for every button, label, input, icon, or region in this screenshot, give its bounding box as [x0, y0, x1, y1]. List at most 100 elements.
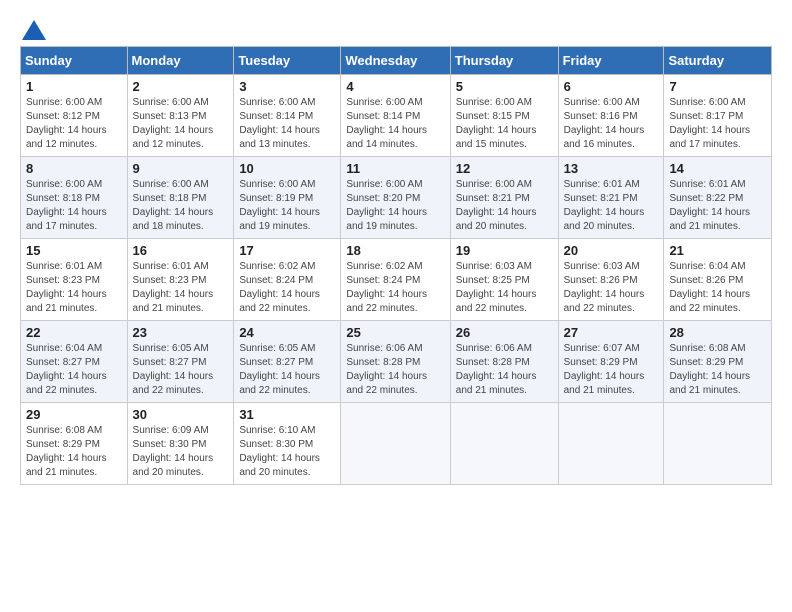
day-info: Sunrise: 6:01 AM Sunset: 8:22 PM Dayligh…	[669, 178, 766, 234]
page-header	[20, 20, 772, 36]
weekday-header-saturday: Saturday	[664, 47, 772, 75]
day-number: 20	[564, 243, 659, 258]
calendar-cell: 10 Sunrise: 6:00 AM Sunset: 8:19 PM Dayli…	[234, 157, 341, 239]
day-number: 16	[133, 243, 229, 258]
calendar-cell: 31 Sunrise: 6:10 AM Sunset: 8:30 PM Dayli…	[234, 403, 341, 485]
day-number: 13	[564, 161, 659, 176]
day-info: Sunrise: 6:00 AM Sunset: 8:18 PM Dayligh…	[133, 178, 229, 234]
weekday-header-thursday: Thursday	[450, 47, 558, 75]
day-number: 15	[26, 243, 122, 258]
calendar-cell: 6 Sunrise: 6:00 AM Sunset: 8:16 PM Daylig…	[558, 75, 664, 157]
day-number: 28	[669, 325, 766, 340]
calendar-cell: 21Sunrise: 6:04 AM Sunset: 8:26 PM Dayli…	[664, 239, 772, 321]
day-number: 10	[239, 161, 335, 176]
calendar-week-3: 15 Sunrise: 6:01 AM Sunset: 8:23 PM Dayli…	[21, 239, 772, 321]
day-info: Sunrise: 6:00 AM Sunset: 8:14 PM Dayligh…	[346, 96, 444, 152]
calendar-cell: 15 Sunrise: 6:01 AM Sunset: 8:23 PM Dayli…	[21, 239, 128, 321]
day-info: Sunrise: 6:06 AM Sunset: 8:28 PM Dayligh…	[456, 342, 553, 398]
day-number: 26	[456, 325, 553, 340]
day-number: 12	[456, 161, 553, 176]
calendar-week-2: 8 Sunrise: 6:00 AM Sunset: 8:18 PM Daylig…	[21, 157, 772, 239]
calendar-cell: 30Sunrise: 6:09 AM Sunset: 8:30 PM Dayli…	[127, 403, 234, 485]
day-number: 23	[133, 325, 229, 340]
calendar-cell: 28 Sunrise: 6:08 AM Sunset: 8:29 PM Dayli…	[664, 321, 772, 403]
weekday-header-sunday: Sunday	[21, 47, 128, 75]
day-number: 11	[346, 161, 444, 176]
day-number: 4	[346, 79, 444, 94]
day-info: Sunrise: 6:00 AM Sunset: 8:18 PM Dayligh…	[26, 178, 122, 234]
weekday-header-wednesday: Wednesday	[341, 47, 450, 75]
weekday-header-friday: Friday	[558, 47, 664, 75]
day-number: 27	[564, 325, 659, 340]
calendar-cell: 26 Sunrise: 6:06 AM Sunset: 8:28 PM Dayli…	[450, 321, 558, 403]
day-info: Sunrise: 6:01 AM Sunset: 8:23 PM Dayligh…	[26, 260, 122, 316]
day-info: Sunrise: 6:06 AM Sunset: 8:28 PM Dayligh…	[346, 342, 444, 398]
logo-icon	[22, 20, 46, 40]
day-info: Sunrise: 6:10 AM Sunset: 8:30 PM Dayligh…	[239, 424, 335, 480]
weekday-header-row: SundayMondayTuesdayWednesdayThursdayFrid…	[21, 47, 772, 75]
day-number: 19	[456, 243, 553, 258]
day-number: 17	[239, 243, 335, 258]
calendar-cell: 20 Sunrise: 6:03 AM Sunset: 8:26 PM Dayli…	[558, 239, 664, 321]
day-info: Sunrise: 6:00 AM Sunset: 8:14 PM Dayligh…	[239, 96, 335, 152]
day-info: Sunrise: 6:00 AM Sunset: 8:12 PM Dayligh…	[26, 96, 122, 152]
day-info: Sunrise: 6:00 AM Sunset: 8:16 PM Dayligh…	[564, 96, 659, 152]
calendar-week-4: 22Sunrise: 6:04 AM Sunset: 8:27 PM Dayli…	[21, 321, 772, 403]
day-number: 18	[346, 243, 444, 258]
day-info: Sunrise: 6:00 AM Sunset: 8:17 PM Dayligh…	[669, 96, 766, 152]
day-number: 7	[669, 79, 766, 94]
day-number: 2	[133, 79, 229, 94]
calendar-cell: 19 Sunrise: 6:03 AM Sunset: 8:25 PM Dayli…	[450, 239, 558, 321]
day-number: 8	[26, 161, 122, 176]
day-info: Sunrise: 6:04 AM Sunset: 8:27 PM Dayligh…	[26, 342, 122, 398]
day-number: 1	[26, 79, 122, 94]
calendar-cell: 4 Sunrise: 6:00 AM Sunset: 8:14 PM Daylig…	[341, 75, 450, 157]
calendar-cell	[341, 403, 450, 485]
calendar-cell: 12 Sunrise: 6:00 AM Sunset: 8:21 PM Dayli…	[450, 157, 558, 239]
day-info: Sunrise: 6:01 AM Sunset: 8:23 PM Dayligh…	[133, 260, 229, 316]
weekday-header-tuesday: Tuesday	[234, 47, 341, 75]
day-number: 31	[239, 407, 335, 422]
day-info: Sunrise: 6:03 AM Sunset: 8:26 PM Dayligh…	[564, 260, 659, 316]
day-number: 14	[669, 161, 766, 176]
calendar-cell: 29Sunrise: 6:08 AM Sunset: 8:29 PM Dayli…	[21, 403, 128, 485]
calendar-cell	[664, 403, 772, 485]
day-info: Sunrise: 6:05 AM Sunset: 8:27 PM Dayligh…	[239, 342, 335, 398]
day-info: Sunrise: 6:00 AM Sunset: 8:13 PM Dayligh…	[133, 96, 229, 152]
calendar-cell: 1 Sunrise: 6:00 AM Sunset: 8:12 PM Daylig…	[21, 75, 128, 157]
day-info: Sunrise: 6:00 AM Sunset: 8:15 PM Dayligh…	[456, 96, 553, 152]
calendar-cell: 17 Sunrise: 6:02 AM Sunset: 8:24 PM Dayli…	[234, 239, 341, 321]
day-number: 6	[564, 79, 659, 94]
calendar-week-1: 1 Sunrise: 6:00 AM Sunset: 8:12 PM Daylig…	[21, 75, 772, 157]
logo	[20, 20, 46, 36]
day-info: Sunrise: 6:00 AM Sunset: 8:21 PM Dayligh…	[456, 178, 553, 234]
day-info: Sunrise: 6:02 AM Sunset: 8:24 PM Dayligh…	[239, 260, 335, 316]
day-info: Sunrise: 6:00 AM Sunset: 8:20 PM Dayligh…	[346, 178, 444, 234]
day-info: Sunrise: 6:03 AM Sunset: 8:25 PM Dayligh…	[456, 260, 553, 316]
weekday-header-monday: Monday	[127, 47, 234, 75]
day-number: 25	[346, 325, 444, 340]
day-info: Sunrise: 6:02 AM Sunset: 8:24 PM Dayligh…	[346, 260, 444, 316]
day-number: 9	[133, 161, 229, 176]
calendar-cell: 16 Sunrise: 6:01 AM Sunset: 8:23 PM Dayli…	[127, 239, 234, 321]
day-info: Sunrise: 6:01 AM Sunset: 8:21 PM Dayligh…	[564, 178, 659, 234]
day-number: 5	[456, 79, 553, 94]
calendar-cell: 14 Sunrise: 6:01 AM Sunset: 8:22 PM Dayli…	[664, 157, 772, 239]
calendar-week-5: 29Sunrise: 6:08 AM Sunset: 8:29 PM Dayli…	[21, 403, 772, 485]
day-info: Sunrise: 6:05 AM Sunset: 8:27 PM Dayligh…	[133, 342, 229, 398]
day-info: Sunrise: 6:04 AM Sunset: 8:26 PM Dayligh…	[669, 260, 766, 316]
day-info: Sunrise: 6:00 AM Sunset: 8:19 PM Dayligh…	[239, 178, 335, 234]
calendar-cell: 5 Sunrise: 6:00 AM Sunset: 8:15 PM Daylig…	[450, 75, 558, 157]
day-number: 29	[26, 407, 122, 422]
calendar-cell: 13 Sunrise: 6:01 AM Sunset: 8:21 PM Dayli…	[558, 157, 664, 239]
calendar-cell: 18 Sunrise: 6:02 AM Sunset: 8:24 PM Dayli…	[341, 239, 450, 321]
calendar-cell: 8 Sunrise: 6:00 AM Sunset: 8:18 PM Daylig…	[21, 157, 128, 239]
day-info: Sunrise: 6:07 AM Sunset: 8:29 PM Dayligh…	[564, 342, 659, 398]
calendar-cell: 3Sunrise: 6:00 AM Sunset: 8:14 PM Daylig…	[234, 75, 341, 157]
calendar-cell: 7 Sunrise: 6:00 AM Sunset: 8:17 PM Daylig…	[664, 75, 772, 157]
day-info: Sunrise: 6:08 AM Sunset: 8:29 PM Dayligh…	[669, 342, 766, 398]
day-number: 24	[239, 325, 335, 340]
calendar-cell	[558, 403, 664, 485]
calendar-cell: 27 Sunrise: 6:07 AM Sunset: 8:29 PM Dayli…	[558, 321, 664, 403]
calendar-cell: 11 Sunrise: 6:00 AM Sunset: 8:20 PM Dayli…	[341, 157, 450, 239]
